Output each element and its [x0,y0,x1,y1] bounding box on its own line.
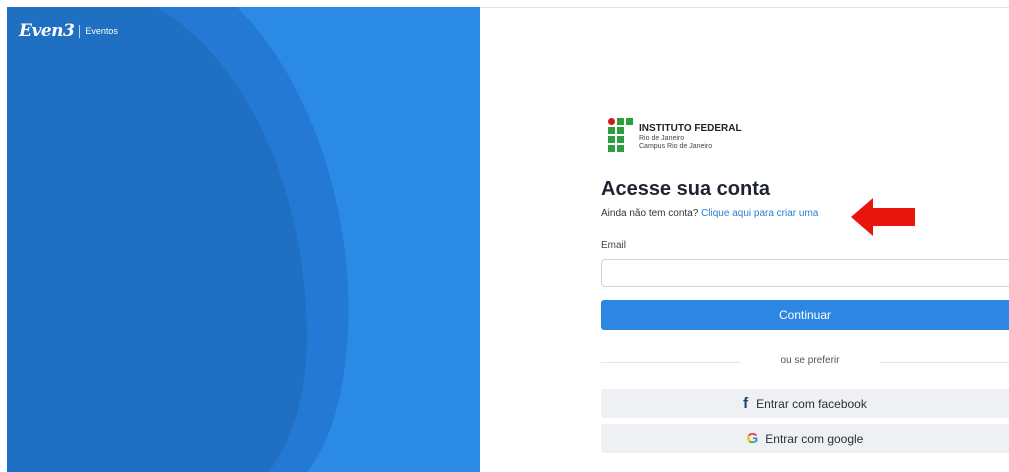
facebook-login-button[interactable]: f Entrar com facebook [601,389,1009,418]
signup-prompt-text: Ainda não tem conta? [601,208,699,219]
continue-button[interactable]: Continuar [601,300,1009,330]
google-login-button[interactable]: G Entrar com google [601,424,1009,453]
even3-logo[interactable]: Even3 [19,21,75,41]
top-border [480,7,1009,8]
institution-city: Rio de Janeiro [639,135,685,142]
divider-line-right [879,362,1009,363]
email-input[interactable] [601,259,1009,287]
alternative-divider: ou se preferir [601,355,1009,369]
red-arrow-icon [851,198,915,236]
google-icon: G [746,430,759,447]
left-hero-panel: Even3 Eventos [7,7,480,472]
facebook-icon: f [743,395,749,412]
institution-name: INSTITUTO FEDERAL [639,123,742,134]
facebook-login-label: Entrar com facebook [756,396,867,411]
email-label: Email [601,240,627,251]
create-account-link[interactable]: Clique aqui para criar uma [701,208,818,219]
brand-subtitle: Eventos [85,26,118,36]
institution-campus: Campus Rio de Janeiro [639,143,713,150]
institution-text: INSTITUTO FEDERAL Rio de Janeiro Campus … [639,118,742,151]
if-logo-icon [608,118,633,152]
brand-header[interactable]: Even3 Eventos [19,21,118,41]
google-login-label: Entrar com google [765,431,864,446]
brand-separator [79,24,81,38]
page-title: Acesse sua conta [601,178,770,200]
divider-text: ou se preferir [780,355,840,366]
signup-prompt: Ainda não tem conta? Clique aqui para cr… [601,208,818,219]
institution-logo: INSTITUTO FEDERAL Rio de Janeiro Campus … [608,118,742,152]
hero-wave-background [7,7,349,472]
